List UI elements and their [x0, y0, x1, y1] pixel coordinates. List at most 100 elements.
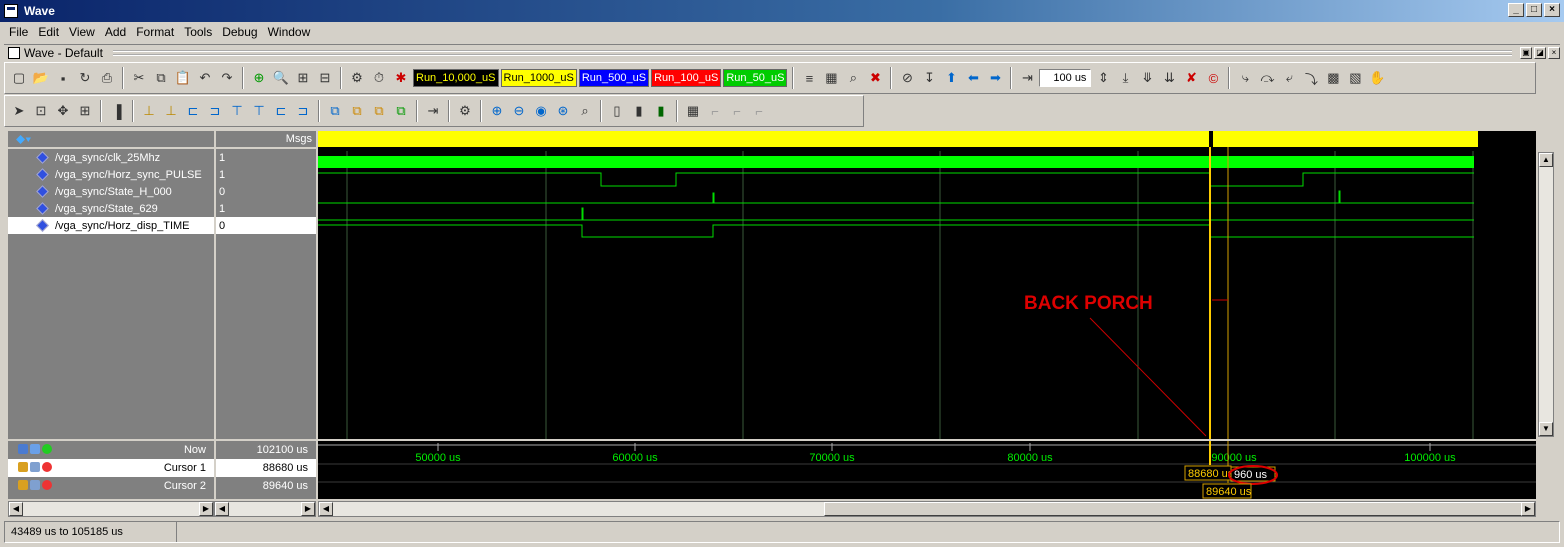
menu-format[interactable]: Format — [131, 25, 179, 39]
signal-list-icon[interactable]: ▐ — [107, 101, 127, 121]
select-pointer-icon[interactable]: ➤ — [9, 101, 29, 121]
next-edge-icon[interactable]: ⊐ — [205, 101, 225, 121]
scroll-up-icon[interactable]: ▲ — [1539, 153, 1553, 167]
save-icon[interactable]: ▪ — [53, 68, 73, 88]
run-all-icon[interactable]: ⇊ — [1159, 68, 1179, 88]
bookmark-next-icon[interactable]: ⧉ — [369, 101, 389, 121]
scroll-down-icon[interactable]: ▼ — [1539, 422, 1553, 436]
menu-edit[interactable]: Edit — [33, 25, 64, 39]
run-length-input[interactable]: 100 us — [1039, 69, 1092, 87]
menu-tools[interactable]: Tools — [179, 25, 217, 39]
scroll-right-icon[interactable]: ▶ — [199, 502, 213, 516]
bookmark-icon[interactable]: ⧉ — [325, 101, 345, 121]
scroll-left-icon[interactable]: ◀ — [319, 502, 333, 516]
spinner-icon[interactable]: ⇕ — [1093, 68, 1113, 88]
step-icon[interactable]: ↧ — [919, 68, 939, 88]
copy-icon[interactable]: ⧉ — [151, 68, 171, 88]
scroll-left-icon[interactable]: ◀ — [215, 502, 229, 516]
step-out-icon[interactable]: ⤶ — [1279, 68, 1299, 88]
menu-window[interactable]: Window — [263, 25, 316, 39]
zoom-mode-icon[interactable]: ⊡ — [31, 101, 51, 121]
search-replace-icon[interactable]: ⌕ — [843, 68, 863, 88]
wave-stack-icon[interactable] — [18, 444, 28, 454]
redo-icon[interactable]: ↷ — [217, 68, 237, 88]
zoom-in-icon[interactable]: ⊕ — [487, 101, 507, 121]
wrench-icon[interactable] — [30, 480, 40, 490]
subwindow-close-icon[interactable]: × — [1548, 46, 1560, 59]
undock-icon[interactable]: ◪ — [1534, 46, 1546, 59]
delete-cursor-icon[interactable]: ⊥ — [161, 101, 181, 121]
prev-transition-icon[interactable]: ⊤ — [227, 101, 247, 121]
values-horizontal-scrollbar[interactable]: ◀ ▶ — [214, 501, 316, 517]
waveform-horizontal-scrollbar[interactable]: ◀ ▶ — [318, 501, 1536, 517]
zoom-cursor-icon[interactable]: ⊛ — [553, 101, 573, 121]
performance-icon[interactable]: ▧ — [1345, 68, 1365, 88]
paste-icon[interactable]: 📋 — [173, 68, 193, 88]
menu-add[interactable]: Add — [100, 25, 131, 39]
break-icon[interactable]: ✱ — [391, 68, 411, 88]
find-prev-icon[interactable]: ⊏ — [271, 101, 291, 121]
waveform-pane[interactable]: BACK PORCH — [318, 131, 1536, 439]
cut-icon[interactable]: ✂ — [129, 68, 149, 88]
new-file-icon[interactable]: ▢ — [9, 68, 29, 88]
profile-icon[interactable]: ▩ — [1323, 68, 1343, 88]
wave-window-icon[interactable]: ▯ — [607, 101, 627, 121]
names-horizontal-scrollbar[interactable]: ◀ ▶ — [8, 501, 214, 517]
grid-toggle-icon[interactable]: ▦ — [683, 101, 703, 121]
step-dropdown-icon[interactable]: ⤵ — [1301, 68, 1321, 88]
reload-icon[interactable]: ↻ — [75, 68, 95, 88]
dock-icon[interactable]: ▣ — [1520, 46, 1532, 59]
layers-icon[interactable]: ≡ — [799, 68, 819, 88]
dim-option-2-icon[interactable]: ⌐ — [727, 101, 747, 121]
scroll-right-icon[interactable]: ▶ — [301, 502, 315, 516]
dim-option-1-icon[interactable]: ⌐ — [705, 101, 725, 121]
remove-cursor-icon[interactable] — [42, 462, 52, 472]
lock-icon[interactable] — [18, 462, 28, 472]
scroll-thumb[interactable] — [824, 502, 1524, 516]
timeline-pane[interactable]: 50000 us 60000 us 70000 us 80000 us 9000… — [318, 441, 1536, 499]
step-over-icon[interactable]: ⤼ — [1257, 68, 1277, 88]
arrow-up-icon[interactable]: ⬆ — [941, 68, 961, 88]
add-icon[interactable]: ⊕ — [249, 68, 269, 88]
prev-edge-icon[interactable]: ⊏ — [183, 101, 203, 121]
cursor-1-row[interactable]: Cursor 1 — [8, 459, 214, 477]
zoom-out-icon[interactable]: ⊖ — [509, 101, 529, 121]
run-length-icon[interactable]: ⏱ — [369, 68, 389, 88]
maximize-button[interactable]: □ — [1526, 3, 1542, 17]
run-1000-us-button[interactable]: Run_1000_uS — [500, 69, 577, 87]
find-next-icon[interactable]: ⊐ — [293, 101, 313, 121]
zoom-full-icon[interactable]: ◉ — [531, 101, 551, 121]
dim-option-3-icon[interactable]: ⌐ — [749, 101, 769, 121]
undo-icon[interactable]: ↶ — [195, 68, 215, 88]
edit-mode-icon[interactable]: ⊞ — [75, 101, 95, 121]
hierarchy-icon[interactable]: ⊞ — [293, 68, 313, 88]
scroll-left-icon[interactable]: ◀ — [9, 502, 23, 516]
wave-window-dark-icon[interactable]: ▮ — [629, 101, 649, 121]
zoom-range-icon[interactable]: ⌕ — [575, 101, 595, 121]
add-cursor-icon[interactable] — [42, 444, 52, 454]
arrow-left-icon[interactable]: ⬅ — [963, 68, 983, 88]
signal-row-state-h-000[interactable]: /vga_sync/State_H_000 — [8, 183, 214, 200]
hand-icon[interactable]: ✋ — [1367, 68, 1387, 88]
minimize-button[interactable]: _ — [1508, 3, 1524, 17]
run-icon[interactable]: ⤓ — [1115, 68, 1135, 88]
pan-mode-icon[interactable]: ✥ — [53, 101, 73, 121]
run-10000-us-button[interactable]: Run_10,000_uS — [413, 69, 499, 87]
signal-row-horz-sync-pulse[interactable]: /vga_sync/Horz_sync_PULSE — [8, 166, 214, 183]
expand-time-icon[interactable]: ⇥ — [423, 101, 443, 121]
close-button[interactable]: × — [1544, 3, 1560, 17]
insert-cursor-icon[interactable]: ⊥ — [139, 101, 159, 121]
cursor-2-row[interactable]: Cursor 2 — [8, 477, 214, 495]
run-100-us-button[interactable]: Run_100_uS — [651, 69, 722, 87]
wave-group-icon[interactable]: ⬥▾ — [16, 131, 31, 147]
next-transition-icon[interactable]: ⊤ — [249, 101, 269, 121]
run-50-us-button[interactable]: Run_50_uS — [723, 69, 788, 87]
signal-row-horz-disp-time[interactable]: /vga_sync/Horz_disp_TIME — [8, 217, 214, 234]
signal-row-state-629[interactable]: /vga_sync/State_629 — [8, 200, 214, 217]
menu-view[interactable]: View — [64, 25, 100, 39]
wave-window-green-icon[interactable]: ▮ — [651, 101, 671, 121]
stop-icon[interactable]: ⊘ — [897, 68, 917, 88]
compile-icon[interactable]: ⚙ — [347, 68, 367, 88]
open-folder-icon[interactable]: 📂 — [31, 68, 51, 88]
dataflow-icon[interactable]: ⚙ — [455, 101, 475, 121]
